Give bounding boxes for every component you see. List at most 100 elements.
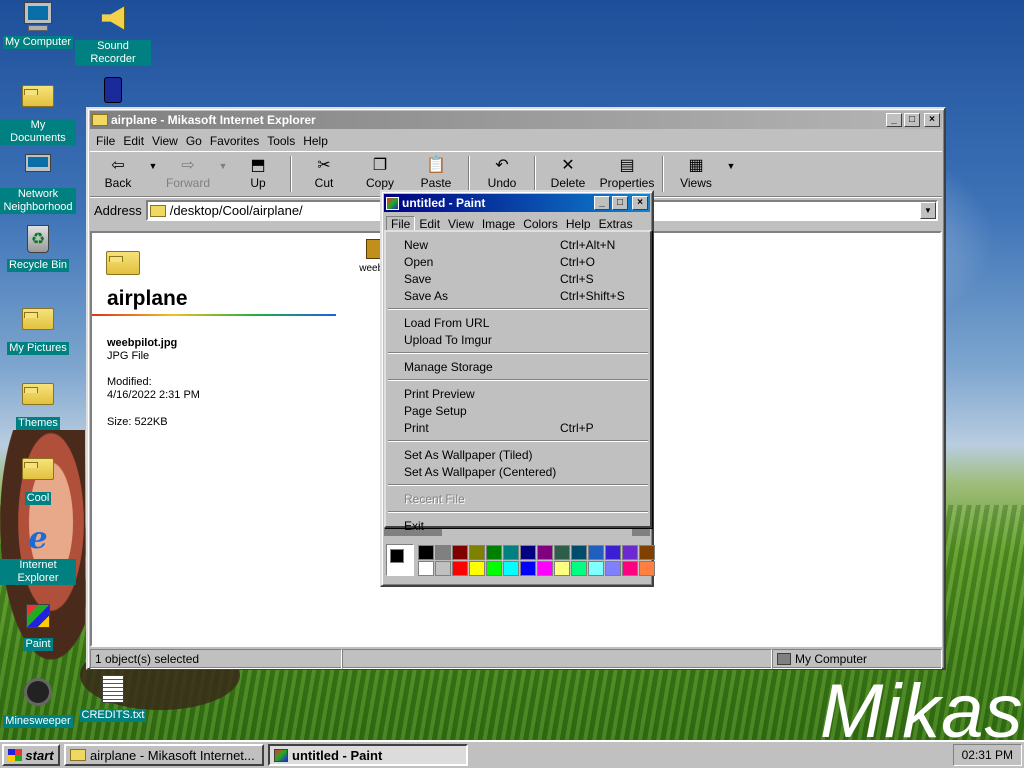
color-swatch[interactable] — [452, 561, 468, 576]
desktop-icon-paint[interactable]: Paint — [0, 600, 76, 651]
undo-button[interactable]: ↶ Undo — [474, 156, 530, 190]
desktop-icon-my-pictures[interactable]: My Pictures — [0, 300, 76, 355]
properties-icon: ▤ — [619, 157, 635, 174]
desktop-icon-network[interactable]: Network Neighborhood — [0, 150, 76, 214]
menu-item-page-setup[interactable]: Page Setup — [386, 402, 650, 419]
color-swatch[interactable] — [588, 561, 604, 576]
views-button[interactable]: ▦ Views — [668, 156, 724, 190]
desktop-icon-label: Sound Recorder — [75, 40, 151, 66]
paint-menu-edit[interactable]: Edit — [415, 217, 444, 231]
color-swatch[interactable] — [486, 545, 502, 560]
color-swatch[interactable] — [520, 545, 536, 560]
color-swatch[interactable] — [435, 545, 451, 560]
color-swatch[interactable] — [605, 561, 621, 576]
task-explorer-label: airplane - Mikasoft Internet... — [90, 747, 255, 763]
color-swatch[interactable] — [520, 561, 536, 576]
up-button[interactable]: ⬒ Up — [230, 156, 286, 190]
paint-menu-extras[interactable]: Extras — [595, 217, 637, 231]
menu-item-save-as[interactable]: Save As Ctrl+Shift+S — [386, 287, 650, 304]
menu-go[interactable]: Go — [182, 134, 206, 148]
close-icon[interactable]: × — [632, 196, 648, 210]
paint-menu-colors[interactable]: Colors — [519, 217, 562, 231]
forward-button[interactable]: ⇨ Forward — [160, 156, 216, 190]
color-swatch[interactable] — [418, 545, 434, 560]
back-dropdown-icon[interactable]: ▼ — [146, 156, 160, 176]
color-swatch[interactable] — [537, 545, 553, 560]
menu-item-open[interactable]: Open Ctrl+O — [386, 253, 650, 270]
menu-favorites[interactable]: Favorites — [206, 134, 263, 148]
clock[interactable]: 02:31 PM — [962, 748, 1013, 762]
desktop-icon-cool[interactable]: Cool — [0, 450, 76, 505]
close-icon[interactable]: × — [924, 113, 940, 127]
menu-view[interactable]: View — [148, 134, 182, 148]
delete-button[interactable]: ✕ Delete — [540, 156, 596, 190]
menu-item-upload-imgur[interactable]: Upload To Imgur — [386, 331, 650, 348]
task-paint[interactable]: untitled - Paint — [268, 744, 468, 766]
color-swatch[interactable] — [452, 545, 468, 560]
color-swatch[interactable] — [605, 545, 621, 560]
color-swatch[interactable] — [435, 561, 451, 576]
menu-item-print-preview[interactable]: Print Preview — [386, 385, 650, 402]
task-explorer[interactable]: airplane - Mikasoft Internet... — [64, 744, 264, 766]
menu-item-new[interactable]: New Ctrl+Alt+N — [386, 236, 650, 253]
menu-item-manage-storage[interactable]: Manage Storage — [386, 358, 650, 375]
menu-item-save[interactable]: Save Ctrl+S — [386, 270, 650, 287]
paint-menu-help[interactable]: Help — [562, 217, 595, 231]
color-swatch[interactable] — [639, 545, 655, 560]
color-swatch[interactable] — [571, 561, 587, 576]
menu-item-wallpaper-tiled[interactable]: Set As Wallpaper (Tiled) — [386, 446, 650, 463]
menu-item-exit[interactable]: Exit — [386, 517, 650, 534]
menu-file[interactable]: File — [92, 134, 119, 148]
color-swatch[interactable] — [622, 561, 638, 576]
paint-menu-view[interactable]: View — [444, 217, 478, 231]
cut-button[interactable]: ✂ Cut — [296, 156, 352, 190]
folder-title: airplane — [107, 287, 188, 310]
desktop-icon-minesweeper[interactable]: Minesweeper — [0, 675, 76, 728]
paint-menu-image[interactable]: Image — [478, 217, 519, 231]
menu-edit[interactable]: Edit — [119, 134, 148, 148]
current-colors[interactable] — [386, 544, 414, 576]
menu-separator — [388, 379, 648, 381]
color-swatch[interactable] — [537, 561, 553, 576]
maximize-icon[interactable]: □ — [904, 113, 920, 127]
properties-button[interactable]: ▤ Properties — [596, 156, 658, 190]
menu-help[interactable]: Help — [299, 134, 332, 148]
address-dropdown-icon[interactable]: ▼ — [920, 202, 936, 219]
desktop-icon-sound-recorder[interactable]: Sound Recorder — [75, 2, 151, 66]
paste-button[interactable]: 📋 Paste — [408, 156, 464, 190]
maximize-icon[interactable]: □ — [612, 196, 628, 210]
minimize-icon[interactable]: _ — [594, 196, 610, 210]
copy-button[interactable]: ❐ Copy — [352, 156, 408, 190]
start-button[interactable]: start — [2, 744, 60, 766]
desktop-icon-my-documents[interactable]: My Documents — [0, 77, 76, 145]
my-computer-icon — [22, 2, 54, 34]
menu-tools[interactable]: Tools — [263, 134, 299, 148]
desktop-icon-recycle-bin[interactable]: ♻ Recycle Bin — [0, 225, 76, 272]
color-swatch[interactable] — [503, 561, 519, 576]
menu-item-wallpaper-centered[interactable]: Set As Wallpaper (Centered) — [386, 463, 650, 480]
desktop-icon-my-computer[interactable]: My Computer — [0, 2, 76, 49]
color-swatch[interactable] — [503, 545, 519, 560]
forward-dropdown-icon[interactable]: ▼ — [216, 156, 230, 176]
color-swatch[interactable] — [554, 545, 570, 560]
explorer-titlebar[interactable]: airplane - Mikasoft Internet Explorer _ … — [90, 111, 942, 129]
desktop-icon-credits[interactable]: CREDITS.txt — [75, 675, 151, 722]
views-dropdown-icon[interactable]: ▼ — [724, 156, 738, 176]
back-button[interactable]: ⇦ Back — [90, 156, 146, 190]
color-swatch[interactable] — [622, 545, 638, 560]
minimize-icon[interactable]: _ — [886, 113, 902, 127]
color-swatch[interactable] — [554, 561, 570, 576]
color-swatch[interactable] — [571, 545, 587, 560]
desktop-icon-jar[interactable] — [75, 77, 151, 107]
color-swatch[interactable] — [588, 545, 604, 560]
color-swatch[interactable] — [486, 561, 502, 576]
color-swatch[interactable] — [469, 545, 485, 560]
color-swatch[interactable] — [469, 561, 485, 576]
paint-titlebar[interactable]: untitled - Paint _ □ × — [384, 194, 650, 212]
color-swatch[interactable] — [418, 561, 434, 576]
menu-item-load-from-url[interactable]: Load From URL — [386, 314, 650, 331]
desktop-icon-themes[interactable]: Themes — [0, 375, 76, 430]
menu-item-print[interactable]: Print Ctrl+P — [386, 419, 650, 436]
desktop-icon-internet-explorer[interactable]: e Internet Explorer — [0, 524, 76, 585]
color-swatch[interactable] — [639, 561, 655, 576]
